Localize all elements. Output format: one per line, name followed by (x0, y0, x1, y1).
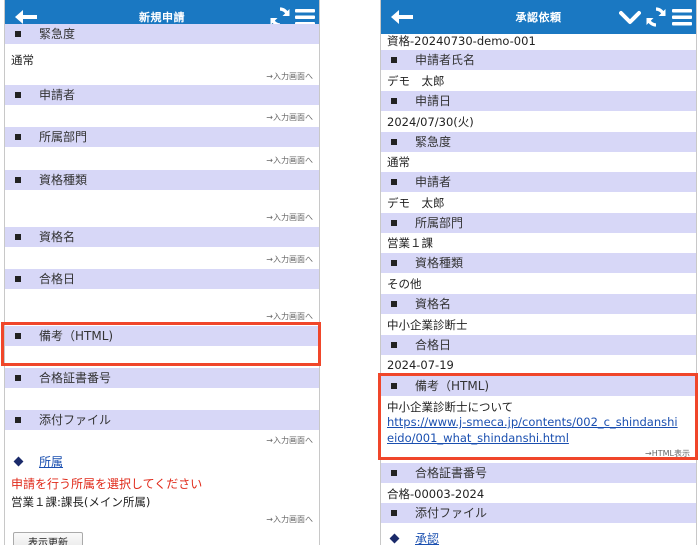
input-screen-link[interactable]: →入力画面へ (266, 112, 313, 123)
html-view-link[interactable]: →HTML表示 (645, 448, 690, 459)
section-header-qualification-type: 資格種類 (5, 170, 319, 190)
form-content: 緊急度 通常 →入力画面へ 申請者 →入力画面へ 所属部門 →入力画面へ 資格種… (5, 24, 319, 545)
applicant-value: デモ 太郎 (387, 196, 445, 210)
square-bullet-icon (391, 98, 397, 104)
section-header-certificate-number: 合格証書番号 (381, 463, 696, 483)
square-bullet-icon (15, 177, 21, 183)
section-header-affiliation[interactable]: 所属 (5, 452, 319, 472)
certificate-number-value: 合格-00003-2024 (387, 487, 485, 501)
detail-content: 資格-20240730-demo-001 申請者氏名 デモ 太郎 申請日 202… (381, 34, 696, 545)
input-screen-link[interactable]: →入力画面へ (266, 514, 313, 525)
department-value: 営業１課 (387, 236, 433, 250)
square-bullet-icon (391, 139, 397, 145)
square-bullet-icon (391, 220, 397, 226)
square-bullet-icon (15, 375, 21, 381)
left-phone-screen: 新規申請 緊急度 通常 →入力画面へ 申請者 →入力画面へ 所属部門 →入力画面… (4, 0, 320, 545)
section-header-qualification-name: 資格名 (5, 227, 319, 247)
section-header-applicant: 申請者 (381, 172, 696, 192)
section-header-pass-date: 合格日 (381, 335, 696, 355)
section-header-qualification-type: 資格種類 (381, 253, 696, 273)
section-header-pass-date: 合格日 (5, 269, 319, 289)
affiliation-value: 営業１課:課長(メイン所属) (11, 495, 151, 509)
square-bullet-icon (15, 134, 21, 140)
input-screen-link[interactable]: →入力画面へ (266, 71, 313, 82)
square-bullet-icon (391, 342, 397, 348)
square-bullet-icon (391, 383, 397, 389)
remarks-url-line2[interactable]: eido/001_what_shindanshi.html (387, 431, 569, 445)
section-header-application-date: 申請日 (381, 91, 696, 111)
section-header-urgency: 緊急度 (5, 24, 319, 44)
qualification-name-value: 中小企業診断士 (387, 318, 468, 332)
refresh-icon[interactable] (645, 5, 667, 29)
input-screen-link[interactable]: →入力画面へ (266, 435, 313, 446)
section-header-applicant: 申請者 (5, 85, 319, 105)
square-bullet-icon (15, 92, 21, 98)
square-bullet-icon (15, 234, 21, 240)
diamond-bullet-icon (389, 533, 400, 544)
urgency-value: 通常 (11, 53, 34, 67)
section-header-applicant-name: 申請者氏名 (381, 50, 696, 70)
diamond-bullet-icon (13, 456, 24, 467)
section-header-approval[interactable]: 承認 (381, 529, 696, 545)
document-number-value: 資格-20240730-demo-001 (387, 34, 536, 48)
menu-icon[interactable] (671, 5, 693, 29)
square-bullet-icon (391, 260, 397, 266)
input-screen-link[interactable]: →入力画面へ (266, 212, 313, 223)
section-header-attachment: 添付ファイル (381, 503, 696, 523)
input-screen-link[interactable]: →入力画面へ (266, 311, 313, 322)
square-bullet-icon (15, 417, 21, 423)
section-header-department: 所属部門 (381, 213, 696, 233)
square-bullet-icon (391, 301, 397, 307)
section-header-qualification-name: 資格名 (381, 294, 696, 314)
square-bullet-icon (15, 333, 21, 339)
right-phone-screen: 承認依頼 資格-20240730-demo-001 申請者氏名 デモ 太郎 申請… (380, 0, 697, 545)
qualification-type-value: その他 (387, 277, 422, 291)
application-date-value: 2024/07/30(火) (387, 115, 474, 129)
input-screen-link[interactable]: →入力画面へ (266, 155, 313, 166)
input-screen-link[interactable]: →入力画面へ (266, 254, 313, 265)
pass-date-value: 2024-07-19 (387, 358, 454, 372)
section-header-certificate-number: 合格証書番号 (5, 368, 319, 388)
section-header-remarks-html: 備考（HTML) (5, 326, 319, 346)
square-bullet-icon (391, 57, 397, 63)
square-bullet-icon (391, 510, 397, 516)
remarks-text: 中小企業診断士について (387, 400, 514, 414)
section-header-attachment: 添付ファイル (5, 410, 319, 430)
section-header-urgency: 緊急度 (381, 132, 696, 152)
square-bullet-icon (15, 31, 21, 37)
urgency-value: 通常 (387, 155, 410, 169)
affiliation-warning: 申請を行う所属を選択してください (11, 477, 203, 491)
section-header-department: 所属部門 (5, 127, 319, 147)
chevron-down-icon[interactable] (619, 5, 641, 29)
square-bullet-icon (15, 276, 21, 282)
section-header-remarks-html: 備考（HTML) (381, 376, 696, 396)
refresh-display-button[interactable]: 表示更新 (13, 532, 83, 545)
remarks-url-line1[interactable]: https://www.j-smeca.jp/contents/002_c_sh… (387, 415, 678, 429)
applicant-name-value: デモ 太郎 (387, 74, 445, 88)
square-bullet-icon (391, 470, 397, 476)
square-bullet-icon (391, 179, 397, 185)
app-bar: 承認依頼 (381, 0, 696, 34)
